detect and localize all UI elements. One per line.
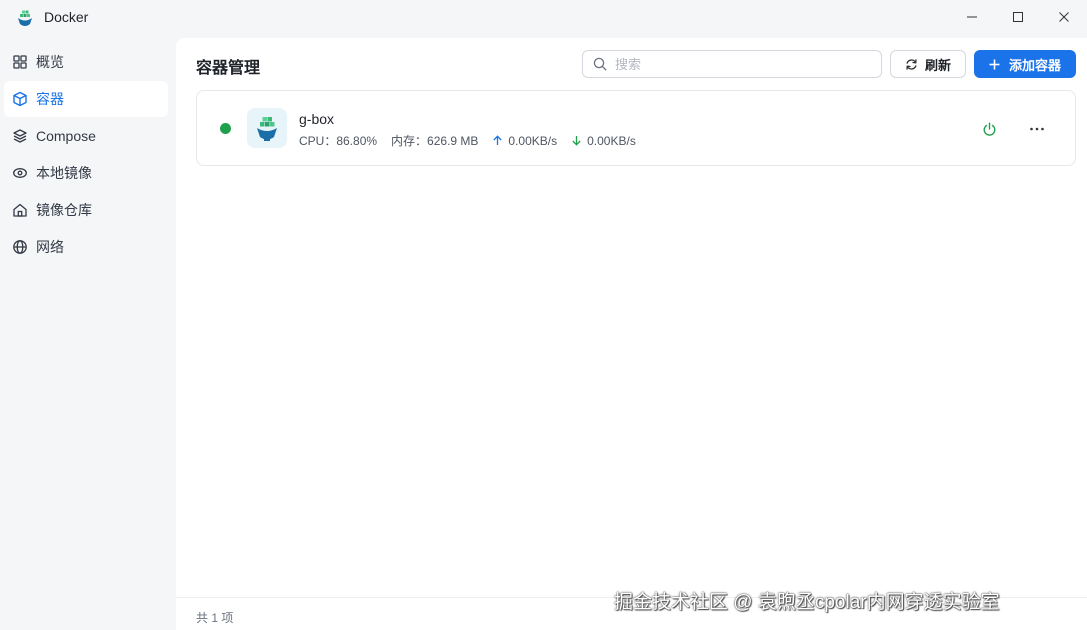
download-rate-value: 0.00KB/s: [587, 133, 636, 148]
add-container-button[interactable]: 添加容器: [974, 50, 1076, 78]
globe-icon: [12, 239, 28, 255]
sidebar-item-network[interactable]: 网络: [4, 229, 168, 265]
watermark: 掘金技术社区 @ 袁煦丞cpolar内网穿透实验室: [614, 592, 1000, 613]
main-panel: 容器管理 刷新 添加容器 g-box CPU：86.80% 内: [176, 38, 1087, 630]
search-box[interactable]: [582, 50, 882, 78]
title-bar: Docker: [0, 0, 1087, 38]
page-title: 容器管理: [196, 60, 261, 77]
power-icon: [983, 122, 995, 136]
eye-disc-icon: [12, 165, 28, 181]
sidebar-item-compose[interactable]: Compose: [4, 118, 168, 154]
search-icon: [593, 57, 607, 71]
total-count: 共 1 项: [196, 611, 234, 625]
sidebar-item-label: Compose: [36, 128, 96, 144]
maximize-icon: [1013, 12, 1023, 22]
add-container-label: 添加容器: [1008, 57, 1061, 73]
arrow-up-icon: [493, 135, 503, 145]
grid-icon: [12, 54, 28, 70]
container-logo-icon: [247, 108, 287, 148]
refresh-label: 刷新: [924, 57, 951, 73]
container-name: g-box: [299, 111, 335, 127]
power-button[interactable]: [979, 119, 999, 139]
window-controls: [949, 0, 1087, 34]
sidebar-item-local-images[interactable]: 本地镜像: [4, 155, 168, 191]
close-button[interactable]: [1041, 0, 1087, 34]
minimize-button[interactable]: [949, 0, 995, 34]
close-icon: [1059, 12, 1069, 22]
sidebar-item-registry[interactable]: 镜像仓库: [4, 192, 168, 228]
maximize-button[interactable]: [995, 0, 1041, 34]
cpu-usage: CPU：86.80%: [299, 134, 378, 148]
sidebar-item-label: 镜像仓库: [36, 202, 92, 218]
docker-logo-icon: [14, 7, 36, 29]
minimize-icon: [967, 16, 977, 18]
more-actions-button[interactable]: [1025, 119, 1049, 139]
memory-usage: 内存：626.9 MB: [391, 134, 479, 148]
upload-rate: 0.00KB/s: [492, 134, 557, 148]
window-title: Docker: [44, 9, 89, 25]
home-icon: [12, 202, 28, 218]
download-rate: 0.00KB/s: [571, 134, 636, 148]
sidebar-item-label: 本地镜像: [36, 165, 92, 181]
refresh-button[interactable]: 刷新: [890, 50, 966, 78]
cube-icon: [12, 91, 28, 107]
sidebar-item-overview[interactable]: 概览: [4, 44, 168, 80]
upload-rate-value: 0.00KB/s: [508, 133, 558, 148]
sidebar: 概览 容器 Compose 本地镜像 镜像仓库 网络: [0, 44, 176, 266]
sidebar-item-label: 概览: [36, 54, 64, 70]
search-input[interactable]: [615, 56, 865, 72]
sidebar-item-label: 网络: [36, 239, 64, 255]
plus-icon: [989, 59, 1000, 69]
sidebar-item-containers[interactable]: 容器: [4, 81, 168, 117]
sidebar-item-label: 容器: [36, 91, 64, 107]
refresh-icon: [906, 58, 917, 70]
layers-icon: [12, 128, 28, 144]
container-card[interactable]: g-box CPU：86.80% 内存：626.9 MB 0.00KB/s 0.…: [196, 90, 1076, 166]
container-stats: CPU：86.80% 内存：626.9 MB 0.00KB/s 0.00KB/s: [299, 132, 650, 149]
status-running-indicator: [220, 123, 231, 134]
arrow-down-icon: [572, 136, 581, 146]
more-horizontal-icon: [1030, 127, 1044, 131]
